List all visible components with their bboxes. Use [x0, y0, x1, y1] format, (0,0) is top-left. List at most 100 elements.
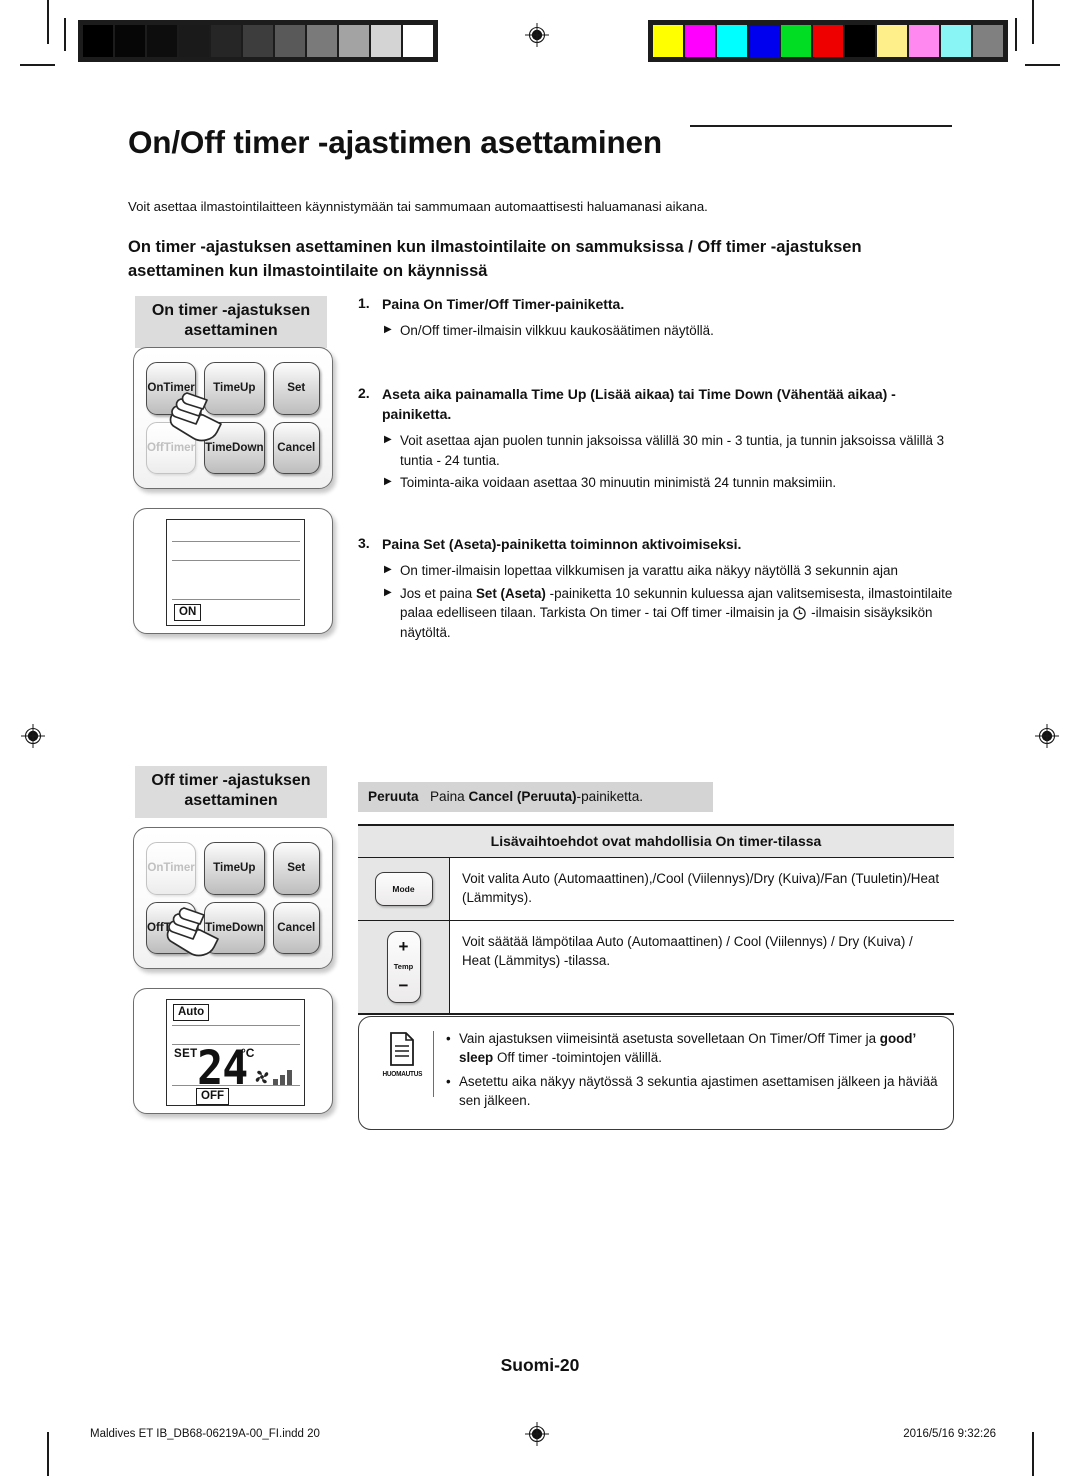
remote-button-on-timer: On Timer: [146, 362, 197, 415]
footer-timestamp: 2016/5/16 9:32:26: [903, 1428, 996, 1440]
temp-updown-button-icon: + Temp −: [358, 920, 450, 1013]
bullet-item: ▶ On/Off timer-ilmaisin vilkkuu kaukosäät…: [384, 321, 958, 340]
remote-button-label: Up: [240, 861, 256, 875]
on-indicator: ON: [174, 604, 202, 622]
remote-button-cancel: Cancel: [272, 421, 320, 474]
bullet-dot-icon: •: [446, 1073, 451, 1089]
remote-button-label: Off: [147, 920, 164, 934]
bullet-text: Toiminta-aika voidaan asettaa 30 minuuti…: [400, 474, 837, 490]
remote-button-off-timer: Off Timer: [146, 421, 197, 474]
step-spacer: [358, 495, 958, 535]
step-bullets: ▶ On/Off timer-ilmaisin vilkkuu kaukosäät…: [384, 321, 958, 340]
bullet-item: ▶ Voit asettaa ajan puolen tunnin jaksois…: [384, 431, 958, 470]
note-item-text: Asetettu aika näkyy näytössä 3 sekuntia …: [459, 1073, 938, 1109]
remote-button-label: Down: [231, 440, 264, 454]
note-item: • Asetettu aika näkyy näytössä 3 sekuntia…: [446, 1072, 939, 1111]
lcd-divider: [172, 1085, 300, 1087]
remote-button-on-timer: On Timer: [146, 842, 197, 895]
page-number: Suomi-20: [500, 1355, 580, 1375]
step-number: 1.: [358, 295, 370, 311]
remote-button-time-down: Time Down: [204, 421, 265, 474]
remote-button-time-down: Time Down: [204, 901, 265, 954]
remote-button-label: Cancel: [277, 920, 316, 934]
note-item-text: Vain ajastuksen viimeisintä asetusta sov…: [459, 1031, 916, 1066]
bullet-item: ▶ Jos et paina Set (Aseta) -painiketta 10…: [384, 584, 958, 642]
note-icon-group: HUOMAUTUS: [371, 1029, 433, 1115]
lcd-divider: [172, 599, 300, 601]
remote-button-set: Set: [272, 842, 320, 895]
remote-button-label: Time: [213, 381, 241, 395]
remote-button-label: Time: [213, 861, 241, 875]
cancel-band: Peruuta Paina Cancel (Peruuta)-painikett…: [358, 782, 713, 812]
bullet-dot-icon: •: [446, 1031, 451, 1046]
off-timer-lcd-screen: Auto SET 24 °C OFF: [166, 999, 305, 1106]
step-text: Paina On Timer/Off Timer-painiketta.: [382, 296, 625, 312]
on-timer-lcd-screen: ON: [166, 519, 305, 626]
instruction-steps: 1. Paina On Timer/Off Timer-painiketta. ▶ O…: [358, 295, 958, 645]
footer-file-info: Maldives ET IB_DB68-06219A-00_FI.indd 20: [90, 1428, 320, 1440]
remote-button-cancel: Cancel: [272, 901, 320, 954]
remote-button-label: Time: [205, 920, 232, 934]
off-timer-lcd-illustration: Auto SET 24 °C OFF: [133, 988, 333, 1114]
options-table-header: Lisävaihtoehdot ovat mahdollisia On time…: [358, 824, 954, 858]
bullet-text: On/Off timer-ilmaisin vilkkuu kaukosääti…: [400, 322, 714, 338]
remote-button-label: Timer: [163, 440, 196, 454]
step-text: Paina Set (Aseta)-painiketta toiminnon a…: [382, 536, 742, 553]
lcd-divider: [172, 1025, 300, 1027]
options-row-text: Voit säätää lämpötilaa Auto (Automaattin…: [450, 920, 954, 1013]
triangle-bullet-icon: ▶: [384, 564, 392, 576]
remote-button-label: Timer: [163, 381, 195, 395]
lcd-divider: [172, 560, 300, 562]
off-timer-remote-illustration: On Timer Time Up Set Off Timer Time Down Cancel: [133, 827, 333, 969]
remote-button-label: Cancel: [277, 440, 316, 454]
options-table: Lisävaihtoehdot ovat mahdollisia On time…: [358, 824, 954, 1015]
clock-icon: [793, 606, 807, 620]
remote-button-label: Time: [205, 440, 232, 454]
mode-button-icon: Mode: [358, 858, 450, 920]
title-rule: [690, 125, 952, 127]
on-timer-remote-illustration: On Timer Time Up Set Off Timer Time Down Cancel: [133, 347, 333, 489]
step-bullets: ▶ Voit asettaa ajan puolen tunnin jaksois…: [384, 431, 958, 492]
instruction-step: 2. Aseta aika painamalla Time Up (Lisää a…: [358, 385, 958, 535]
fan-icon: [255, 1070, 269, 1084]
cancel-band-label: Peruuta: [368, 789, 419, 804]
intro-paragraph: Voit asettaa ilmastointilaitteen käynnis…: [128, 199, 708, 214]
on-timer-lcd-illustration: ON: [133, 508, 333, 634]
note-divider: [433, 1031, 434, 1097]
triangle-bullet-icon: ▶: [384, 434, 392, 446]
table-row: Mode Voit valita Auto (Automaattinen),/C…: [358, 858, 954, 921]
remote-button-label: Timer: [163, 920, 196, 934]
document-note-icon: [390, 1032, 414, 1066]
temperature-unit: °C: [241, 1046, 255, 1060]
remote-button-time-up: Time Up: [204, 842, 265, 895]
remote-button-set: Set: [272, 362, 320, 415]
remote-button-label: Up: [240, 381, 256, 395]
step-text: Aseta aika painamalla Time Up (Lisää aik…: [382, 386, 896, 423]
step-bullets: ▶ On timer-ilmaisin lopettaa vilkkumisen …: [384, 561, 958, 642]
triangle-bullet-icon: ▶: [384, 323, 392, 335]
remote-button-label: Down: [231, 920, 264, 934]
remote-button-label: Set: [287, 381, 306, 395]
off-timer-chip: Off timer -ajastuksen asettaminen: [135, 766, 327, 819]
instruction-step: 3. Paina Set (Aseta)-painiketta toiminnon…: [358, 535, 958, 642]
note-body: • Vain ajastuksen viimeisintä asetusta so…: [446, 1029, 939, 1115]
note-box: HUOMAUTUS • Vain ajastuksen viimeisintä a…: [358, 1016, 954, 1130]
triangle-bullet-icon: ▶: [384, 586, 392, 598]
remote-button-off-timer: Off Timer: [146, 901, 197, 954]
off-timer-chip-line1: Off timer -ajastuksen: [151, 772, 311, 789]
page-title: On/Off timer -ajastimen asettaminen: [128, 124, 662, 160]
section-heading: On timer -ajastuksen asettaminen kun ilm…: [128, 238, 862, 280]
table-row: + Temp − Voit säätää lämpötilaa Auto (Au…: [358, 920, 954, 1015]
step-number: 2.: [358, 385, 370, 402]
on-timer-chip-line2: asettaminen: [184, 322, 278, 340]
step-spacer: [358, 343, 958, 385]
options-row-text: Voit valita Auto (Automaattinen),/Cool (…: [450, 858, 954, 920]
bullet-item: ▶ On timer-ilmaisin lopettaa vilkkumisen …: [384, 561, 958, 580]
set-label: SET: [174, 1048, 198, 1060]
bullet-text: Jos et paina Set (Aseta) -painiketta 10 …: [400, 585, 953, 640]
off-indicator: OFF: [196, 1088, 229, 1106]
remote-button-label: Off: [147, 440, 164, 454]
triangle-bullet-icon: ▶: [384, 475, 392, 487]
bullet-text: On timer-ilmaisin lopettaa vilkkumisen j…: [400, 563, 898, 579]
plus-icon: +: [398, 937, 409, 957]
